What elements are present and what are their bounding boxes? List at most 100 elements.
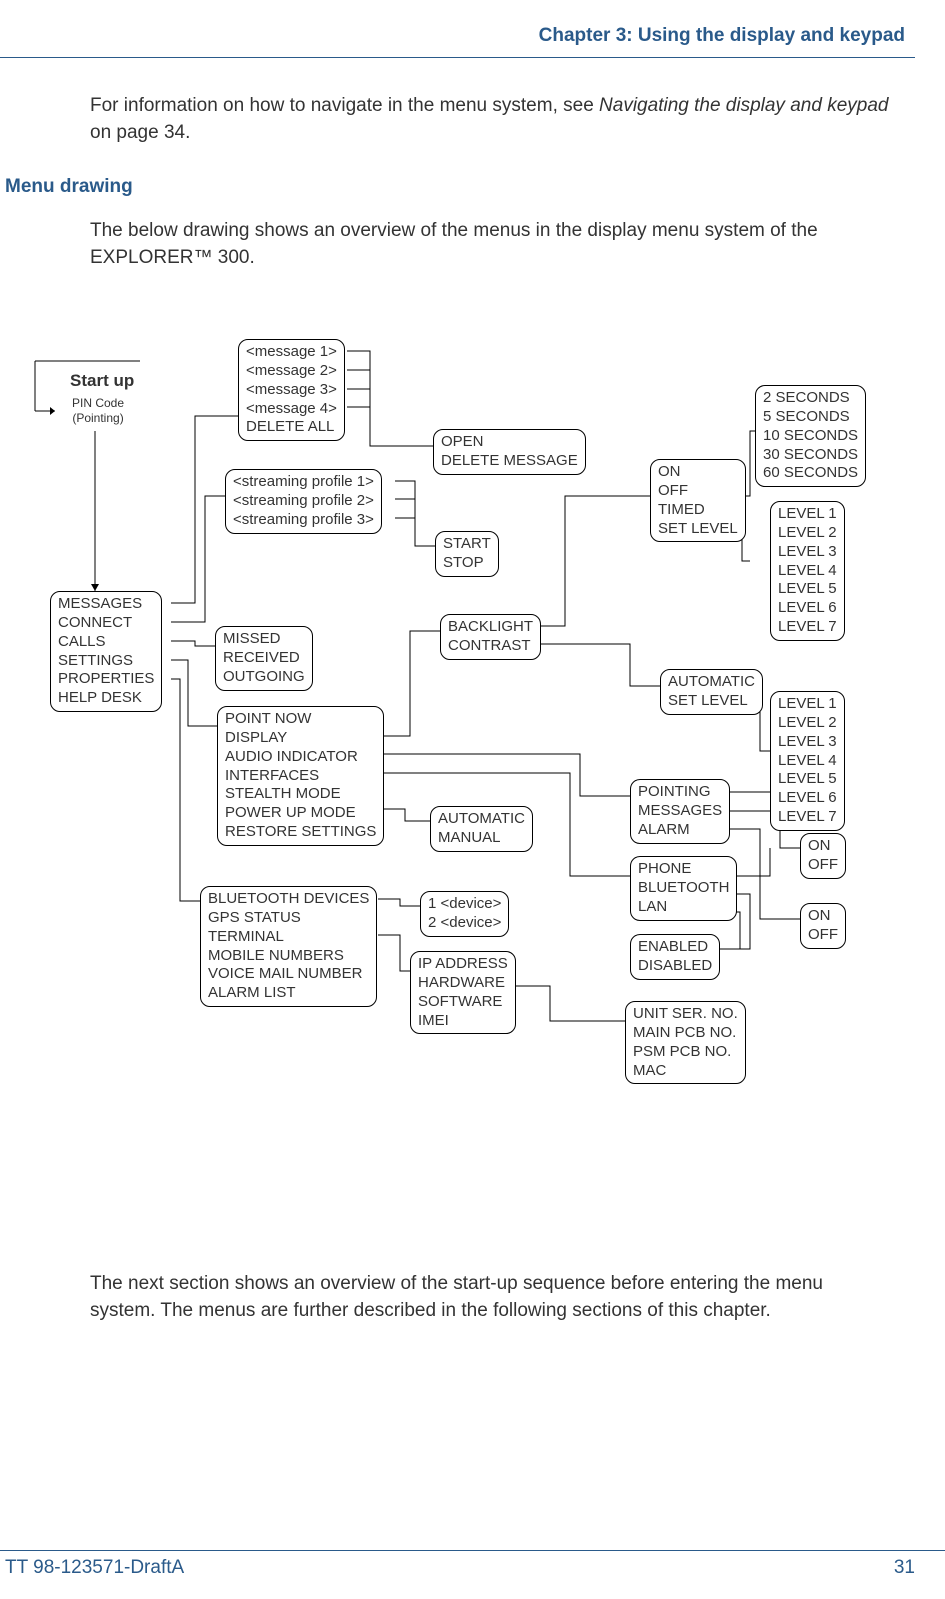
call-1: RECEIVED <box>223 649 305 668</box>
node-enabled: ENABLED DISABLED <box>630 934 720 980</box>
startup-sub1: PIN Code <box>72 396 124 410</box>
intro-after: on page 34. <box>90 122 190 143</box>
sec-1: 5 SECONDS <box>763 408 858 427</box>
node-levels1: LEVEL 1 LEVEL 2 LEVEL 3 LEVEL 4 LEVEL 5 … <box>770 501 845 640</box>
am-0: AUTOMATIC <box>438 810 525 829</box>
node-onoff-timed: ON OFF TIMED SET LEVEL <box>650 459 746 542</box>
str-2: <streaming profile 3> <box>233 511 374 530</box>
main-4: PROPERTIES <box>58 670 154 689</box>
prop-3: MOBILE NUMBERS <box>208 947 369 966</box>
ot-2: TIMED <box>658 501 738 520</box>
ip-1: HARDWARE <box>418 974 508 993</box>
pbl-2: LAN <box>638 898 729 917</box>
node-onoff2: ON OFF <box>800 903 846 949</box>
node-start-stop: START STOP <box>435 531 499 577</box>
node-properties: BLUETOOTH DEVICES GPS STATUS TERMINAL MO… <box>200 886 377 1007</box>
l1-6: LEVEL 7 <box>778 618 837 637</box>
l2-5: LEVEL 6 <box>778 789 837 808</box>
ot-3: SET LEVEL <box>658 520 738 539</box>
oo2-1: OFF <box>808 926 838 945</box>
ed-1: DISABLED <box>638 957 712 976</box>
menu-diagram: Start up PIN Code (Pointing) MESSAGES CO… <box>10 321 910 1191</box>
footer-right: 31 <box>894 1557 915 1579</box>
l2-1: LEVEL 2 <box>778 714 837 733</box>
prop-2: TERMINAL <box>208 928 369 947</box>
l2-3: LEVEL 4 <box>778 752 837 771</box>
ip-3: IMEI <box>418 1012 508 1031</box>
main-2: CALLS <box>58 633 154 652</box>
node-ip: IP ADDRESS HARDWARE SOFTWARE IMEI <box>410 951 516 1034</box>
pma-2: ALARM <box>638 821 722 840</box>
conclusion-paragraph: The next section shows an overview of th… <box>90 1271 890 1324</box>
oo2-0: ON <box>808 907 838 926</box>
node-main-menu: MESSAGES CONNECT CALLS SETTINGS PROPERTI… <box>50 591 162 712</box>
node-levels2: LEVEL 1 LEVEL 2 LEVEL 3 LEVEL 4 LEVEL 5 … <box>770 691 845 830</box>
msg-2: <message 3> <box>246 381 337 400</box>
node-open-delete: OPEN DELETE MESSAGE <box>433 429 586 475</box>
unit-0: UNIT SER. NO. <box>633 1005 738 1024</box>
ot-0: ON <box>658 463 738 482</box>
pbl-0: PHONE <box>638 860 729 879</box>
startup-pin: PIN Code (Pointing) <box>72 396 124 425</box>
intro-paragraph: For information on how to navigate in th… <box>90 93 890 146</box>
node- backlight: BACKLIGHT CONTRAST <box>440 614 541 660</box>
ip-2: SOFTWARE <box>418 993 508 1012</box>
l1-1: LEVEL 2 <box>778 524 837 543</box>
startup-title: Start up <box>70 371 134 391</box>
as-0: AUTOMATIC <box>668 673 755 692</box>
as-1: SET LEVEL <box>668 692 755 711</box>
node-seconds: 2 SECONDS 5 SECONDS 10 SECONDS 30 SECOND… <box>755 385 866 487</box>
ed-0: ENABLED <box>638 938 712 957</box>
str-0: <streaming profile 1> <box>233 473 374 492</box>
l1-4: LEVEL 5 <box>778 580 837 599</box>
startup-sub2: (Pointing) <box>72 411 123 425</box>
prop-5: ALARM LIST <box>208 984 369 1003</box>
sec-3: 30 SECONDS <box>763 446 858 465</box>
set-5: POWER UP MODE <box>225 804 376 823</box>
dev-0: 1 <device> <box>428 895 501 914</box>
sec-4: 60 SECONDS <box>763 464 858 483</box>
main-0: MESSAGES <box>58 595 154 614</box>
section-heading: Menu drawing <box>5 176 915 198</box>
node-phone-bt: PHONE BLUETOOTH LAN <box>630 856 737 920</box>
l1-0: LEVEL 1 <box>778 505 837 524</box>
msg-4: DELETE ALL <box>246 418 337 437</box>
msg-3: <message 4> <box>246 400 337 419</box>
dev-1: 2 <device> <box>428 914 501 933</box>
bc-0: BACKLIGHT <box>448 618 533 637</box>
l2-2: LEVEL 3 <box>778 733 837 752</box>
ss-1: STOP <box>443 554 491 573</box>
set-3: INTERFACES <box>225 767 376 786</box>
main-1: CONNECT <box>58 614 154 633</box>
ss-0: START <box>443 535 491 554</box>
oo1-1: OFF <box>808 856 838 875</box>
node-auto-manual: AUTOMATIC MANUAL <box>430 806 533 852</box>
header-rule <box>0 57 915 58</box>
chapter-header: Chapter 3: Using the display and keypad <box>0 20 915 57</box>
l1-2: LEVEL 3 <box>778 543 837 562</box>
msg-0: <message 1> <box>246 343 337 362</box>
node-onoff1: ON OFF <box>800 833 846 879</box>
node-calls: MISSED RECEIVED OUTGOING <box>215 626 313 690</box>
l1-5: LEVEL 6 <box>778 599 837 618</box>
main-3: SETTINGS <box>58 652 154 671</box>
set-0: POINT NOW <box>225 710 376 729</box>
l1-3: LEVEL 4 <box>778 562 837 581</box>
intro-before: For information on how to navigate in th… <box>90 95 599 116</box>
l2-0: LEVEL 1 <box>778 695 837 714</box>
prop-1: GPS STATUS <box>208 909 369 928</box>
section-paragraph: The below drawing shows an overview of t… <box>90 218 890 271</box>
node-messages: <message 1> <message 2> <message 3> <mes… <box>238 339 345 441</box>
am-1: MANUAL <box>438 829 525 848</box>
od-1: DELETE MESSAGE <box>441 452 578 471</box>
set-4: STEALTH MODE <box>225 785 376 804</box>
node-devices: 1 <device> 2 <device> <box>420 891 509 937</box>
l2-4: LEVEL 5 <box>778 770 837 789</box>
od-0: OPEN <box>441 433 578 452</box>
ip-0: IP ADDRESS <box>418 955 508 974</box>
footer-left: TT 98-123571-DraftA <box>5 1557 184 1579</box>
page-footer: TT 98-123571-DraftA 31 <box>0 1550 945 1579</box>
set-6: RESTORE SETTINGS <box>225 823 376 842</box>
unit-3: MAC <box>633 1062 738 1081</box>
node-unit: UNIT SER. NO. MAIN PCB NO. PSM PCB NO. M… <box>625 1001 746 1084</box>
